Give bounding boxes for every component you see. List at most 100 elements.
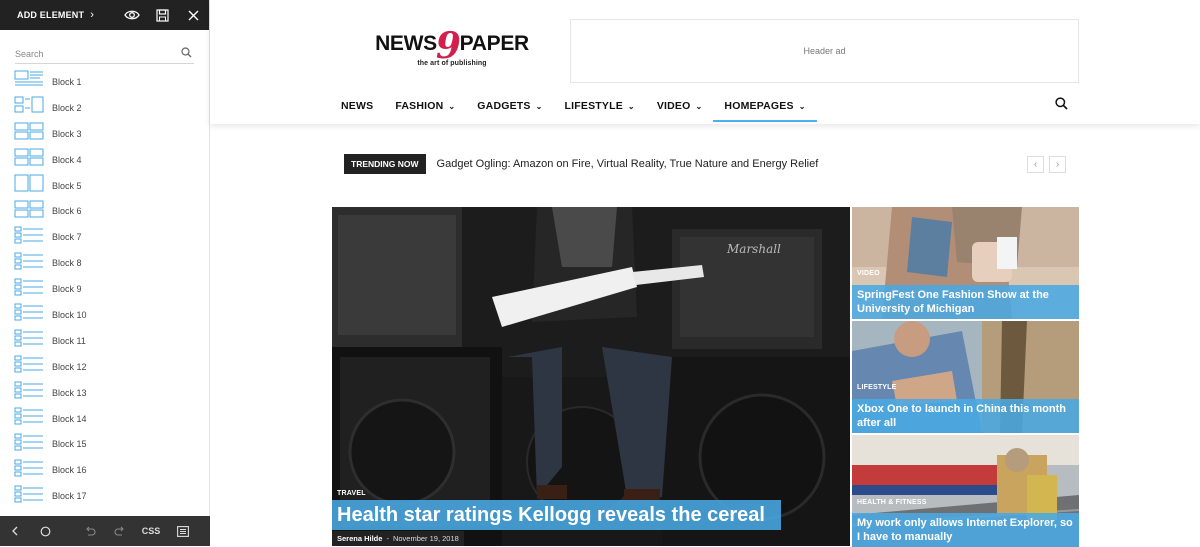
block-layout-icon [14, 407, 52, 430]
post-category[interactable]: HEALTH & FITNESS [857, 499, 927, 506]
block-item[interactable]: Block 7 [0, 224, 209, 250]
block-item[interactable]: Block 10 [0, 302, 209, 328]
block-item[interactable]: Block 13 [0, 380, 209, 406]
list-icon[interactable] [167, 516, 199, 546]
css-button[interactable]: CSS [135, 516, 167, 546]
add-element-button[interactable]: ADD ELEMENT › [17, 9, 94, 21]
block-item[interactable]: Block 4 [0, 147, 209, 173]
chevron-down-icon: ⌄ [627, 101, 635, 111]
nav-item-video[interactable]: VIDEO ⌄ [646, 91, 714, 121]
block-layout-icon [14, 122, 52, 145]
chevron-down-icon: ⌄ [535, 101, 543, 111]
block-item[interactable]: Block 1 [0, 69, 209, 95]
post-category[interactable]: LIFESTYLE [857, 384, 897, 391]
block-list: Block 1 Block 2 Block 3 Block 4 Block 5 Block… [0, 69, 209, 509]
nav-label: VIDEO [656, 100, 691, 112]
nav-item-news[interactable]: NEWS [330, 91, 384, 121]
block-layout-icon [14, 459, 52, 482]
block-label: Block 9 [52, 284, 82, 295]
collapse-chevron-left-icon[interactable] [0, 516, 30, 546]
block-label: Block 12 [52, 361, 87, 372]
post-title[interactable]: Xbox One to launch in China this month a… [852, 399, 1079, 433]
block-item[interactable]: Block 6 [0, 198, 209, 224]
block-label: Block 13 [52, 387, 87, 398]
block-layout-icon [14, 303, 52, 326]
chevron-right-icon: › [90, 9, 95, 21]
block-label: Block 15 [52, 439, 87, 450]
featured-side-post[interactable]: LIFESTYLE Xbox One to launch in China th… [852, 321, 1079, 433]
block-layout-icon [14, 355, 52, 378]
search-icon[interactable] [181, 45, 192, 63]
block-label: Block 6 [52, 206, 82, 217]
block-item[interactable]: Block 9 [0, 276, 209, 302]
block-label: Block 16 [52, 465, 87, 476]
nav-item-fashion[interactable]: FASHION ⌄ [384, 91, 466, 121]
site-logo[interactable]: NEWS 9 PAPER the art of publishing [366, 28, 538, 67]
block-layout-icon [14, 200, 52, 223]
post-title[interactable]: My work only allows Internet Explorer, s… [852, 513, 1079, 547]
post-author[interactable]: Serena Hilde [337, 534, 382, 543]
nav-search-icon[interactable] [1055, 97, 1068, 115]
sidebar-toolbar: ADD ELEMENT › [0, 0, 209, 30]
block-item[interactable]: Block 15 [0, 431, 209, 457]
preview-eye-icon[interactable] [116, 0, 147, 30]
nav-label: GADGETS [477, 100, 531, 112]
site-preview: NEWS 9 PAPER the art of publishing Heade… [210, 0, 1200, 547]
trending-badge: TRENDING NOW [344, 154, 426, 174]
block-layout-icon [14, 381, 52, 404]
block-item[interactable]: Block 8 [0, 250, 209, 276]
block-item[interactable]: Block 2 [0, 95, 209, 121]
block-item[interactable]: Block 17 [0, 483, 209, 509]
svg-text:Marshall: Marshall [726, 242, 781, 256]
block-item[interactable]: Block 16 [0, 457, 209, 483]
post-meta: Serena Hilde - November 19, 2018 [332, 531, 464, 546]
block-layout-icon [14, 278, 52, 301]
redo-icon[interactable] [105, 516, 135, 546]
featured-main-post[interactable]: Marshall TRAVEL Health star ratings Kell… [332, 207, 850, 546]
block-item[interactable]: Block 12 [0, 354, 209, 380]
trending-bar: TRENDING NOW Gadget Ogling: Amazon on Fi… [344, 154, 1066, 174]
guitarist-photo: Marshall [332, 207, 850, 546]
element-search-input[interactable] [15, 48, 165, 59]
trending-title[interactable]: Gadget Ogling: Amazon on Fire, Virtual R… [437, 158, 819, 170]
post-category[interactable]: VIDEO [857, 270, 880, 277]
site-header: NEWS 9 PAPER the art of publishing Heade… [210, 0, 1200, 124]
nav-item-gadgets[interactable]: GADGETS ⌄ [466, 91, 553, 121]
block-layout-icon [14, 226, 52, 249]
featured-side-post[interactable]: HEALTH & FITNESS My work only allows Int… [852, 435, 1079, 547]
circle-icon[interactable] [30, 516, 60, 546]
nav-label: FASHION [395, 100, 444, 112]
block-label: Block 7 [52, 232, 82, 243]
block-label: Block 11 [52, 335, 86, 346]
post-title[interactable]: SpringFest One Fashion Show at the Unive… [852, 285, 1079, 319]
header-ad[interactable]: Header ad [570, 19, 1079, 83]
block-label: Block 8 [52, 258, 82, 269]
nav-label: LIFESTYLE [564, 100, 623, 112]
block-label: Block 5 [52, 180, 82, 191]
block-layout-icon [14, 96, 52, 119]
close-icon[interactable] [178, 0, 209, 30]
trending-prev-button[interactable]: ‹ [1027, 155, 1044, 173]
featured-side-post[interactable]: VIDEO SpringFest One Fashion Show at the… [852, 207, 1079, 319]
block-layout-icon [14, 70, 52, 93]
block-layout-icon [14, 485, 52, 508]
block-item[interactable]: Block 11 [0, 328, 209, 354]
logo-text-paper: PAPER [459, 32, 530, 55]
post-title[interactable]: Health star ratings Kellogg reveals the … [332, 500, 781, 530]
page-builder-sidebar: ADD ELEMENT › Block 1Block 2Block 3Block… [0, 0, 210, 546]
block-item[interactable]: Block 5 [0, 173, 209, 199]
nav-label: HOMEPAGES [724, 100, 794, 112]
undo-icon[interactable] [75, 516, 105, 546]
block-label: Block 17 [52, 491, 87, 502]
post-category[interactable]: TRAVEL [337, 490, 366, 497]
save-icon[interactable] [147, 0, 178, 30]
trending-next-button[interactable]: › [1049, 155, 1066, 173]
block-item[interactable]: Block 14 [0, 406, 209, 432]
block-label: Block 3 [52, 128, 82, 139]
nav-item-homepages[interactable]: HOMEPAGES ⌄ [713, 91, 817, 122]
logo-text-news: NEWS [375, 32, 437, 55]
block-item[interactable]: Block 3 [0, 121, 209, 147]
block-label: Block 14 [52, 413, 87, 424]
nav-item-lifestyle[interactable]: LIFESTYLE ⌄ [554, 91, 646, 121]
add-element-label: ADD ELEMENT [17, 10, 85, 20]
